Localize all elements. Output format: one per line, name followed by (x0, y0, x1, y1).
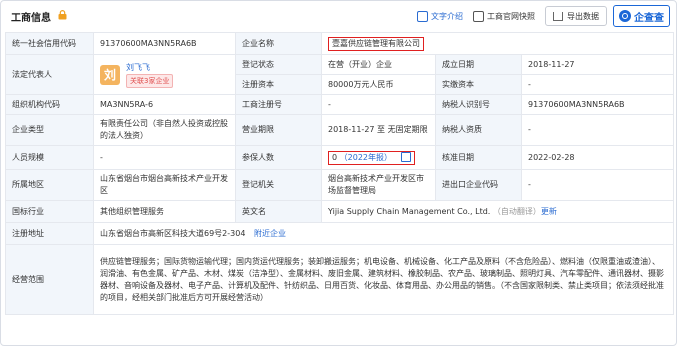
import-export-value: - (520, 169, 675, 201)
reg-capital-label: 注册资本 (235, 74, 322, 95)
panel-header: 工商信息 文字介绍 工商官网快照 导出数据 企查查 (1, 1, 676, 31)
table-row: 国标行业 其他组织管理服务 英文名 Yijia Supply Chain Man… (5, 200, 675, 223)
industry-label: 国标行业 (5, 200, 94, 223)
lock-icon (58, 10, 67, 20)
related-companies-badge[interactable]: 关联3家企业 (126, 73, 174, 88)
biz-reg-no-label: 工商注册号 (235, 94, 322, 115)
biz-reg-no-value: - (321, 94, 436, 115)
table-row: 组织机构代码 MA3NN5RA-6 工商注册号 - 纳税人识别号 9137060… (5, 94, 675, 115)
edit-icon[interactable] (400, 152, 411, 162)
english-name-label: 英文名 (235, 200, 322, 223)
ent-type-label: 企业类型 (5, 114, 94, 146)
table-row: 注册地址 山东省烟台市高新区科技大道69号2-304 附近企业 (5, 222, 675, 245)
taxpayer-qual-label: 纳税人资质 (435, 114, 522, 146)
approval-date-label: 核准日期 (435, 145, 522, 170)
document-icon (417, 10, 428, 22)
biz-term-value: 2018-11-27 至 无固定期限 (321, 114, 436, 146)
paid-capital-label: 实缴资本 (435, 74, 522, 95)
insured-label: 参保人数 (235, 145, 322, 170)
taxpayer-qual-value: - (520, 114, 675, 146)
official-site-label: 工商官网快照 (487, 11, 535, 21)
est-date-label: 成立日期 (435, 54, 522, 75)
export-label: 导出数据 (567, 11, 599, 21)
business-info-panel: 工商信息 文字介绍 工商官网快照 导出数据 企查查 统一社会信用代码 91370… (0, 0, 677, 346)
taxpayer-id-label: 纳税人识别号 (435, 94, 522, 115)
official-site-snapshot-link[interactable]: 工商官网快照 (473, 10, 535, 22)
credit-code-value: 91370600MA3NN5RA6B (93, 32, 236, 55)
est-date-value: 2018-11-27 (520, 54, 675, 75)
table-row: 企业类型 有限责任公司（非自然人投资或控股的法人独资） 营业期限 2018-11… (5, 114, 675, 146)
reg-status-label: 登记状态 (235, 54, 322, 75)
legal-rep-label: 法定代表人 (5, 54, 94, 95)
english-name-value: Yijia Supply Chain Management Co., Ltd. (328, 206, 491, 216)
industry-value: 其他组织管理服务 (93, 200, 236, 223)
text-intro-label: 文字介绍 (431, 11, 463, 21)
qcc-brand-name: 企查查 (634, 12, 664, 24)
staff-size-value: - (93, 145, 236, 170)
qcc-logo-icon (619, 10, 631, 22)
region-label: 所属地区 (5, 169, 94, 201)
qcc-logo: 企查查 (613, 5, 670, 27)
text-intro-link[interactable]: 文字介绍 (417, 10, 463, 22)
legal-rep-name-link[interactable]: 刘飞飞 (126, 62, 173, 74)
insured-count-value: 0 (332, 152, 338, 162)
company-name-value: 壹嘉供应链管理有限公司 (328, 36, 424, 51)
reg-authority-value: 烟台高新技术产业开发区市场监督管理局 (321, 169, 436, 201)
monitor-icon (473, 10, 484, 22)
english-update-link[interactable]: 更新 (541, 207, 557, 216)
business-info-table: 统一社会信用代码 91370600MA3NN5RA6B 企业名称 壹嘉供应链管理… (5, 32, 675, 315)
table-row: 所属地区 山东省烟台市烟台高新技术产业开发区 登记机关 烟台高新技术产业开发区市… (5, 169, 675, 201)
annual-report-link[interactable]: （2022年报） (340, 153, 392, 162)
avatar: 刘 (100, 64, 120, 85)
address-label: 注册地址 (5, 222, 94, 245)
insured-count-box: 0 （2022年报） (328, 150, 415, 165)
approval-date-value: 2022-02-28 (520, 145, 675, 170)
table-row: 经营范围 供应链管理服务；国际货物运输代理；国内货运代理服务；装卸搬运服务；机电… (5, 244, 675, 315)
reg-capital-value: 80000万元人民币 (321, 74, 436, 95)
reg-authority-label: 登记机关 (235, 169, 322, 201)
taxpayer-id-value: 91370600MA3NN5RA6B (520, 94, 675, 115)
export-data-button[interactable]: 导出数据 (545, 6, 607, 26)
download-icon (553, 11, 563, 21)
address-value: 山东省烟台市高新区科技大道69号2-304 (100, 228, 246, 238)
scope-value: 供应链管理服务；国际货物运输代理；国内货运代理服务；装卸搬运服务；机电设备、机械… (92, 244, 675, 315)
biz-term-label: 营业期限 (235, 114, 322, 146)
auto-translate-note: （自动翻译） (492, 206, 541, 216)
reg-status-value: 在营（开业）企业 (321, 54, 436, 75)
org-code-label: 组织机构代码 (5, 94, 94, 115)
import-export-label: 进出口企业代码 (435, 169, 522, 201)
company-name-label: 企业名称 (235, 32, 322, 55)
credit-code-label: 统一社会信用代码 (5, 32, 94, 55)
panel-title: 工商信息 (11, 13, 51, 24)
table-row: 人员规模 - 参保人数 0 （2022年报） 核准日期 2022-02-28 (5, 145, 675, 170)
nearby-companies-link[interactable]: 附近企业 (254, 229, 286, 238)
ent-type-value: 有限责任公司（非自然人投资或控股的法人独资） (93, 114, 236, 146)
table-row: 法定代表人 刘 刘飞飞 关联3家企业 登记状态 在营（开业）企业 成立日期 20… (5, 54, 675, 95)
table-row: 统一社会信用代码 91370600MA3NN5RA6B 企业名称 壹嘉供应链管理… (5, 32, 675, 55)
org-code-value: MA3NN5RA-6 (93, 94, 236, 115)
paid-capital-value: - (520, 74, 675, 95)
scope-label: 经营范围 (5, 244, 94, 315)
region-value: 山东省烟台市烟台高新技术产业开发区 (93, 169, 236, 201)
staff-size-label: 人员规模 (5, 145, 94, 170)
header-actions: 文字介绍 工商官网快照 导出数据 企查查 (417, 5, 670, 27)
